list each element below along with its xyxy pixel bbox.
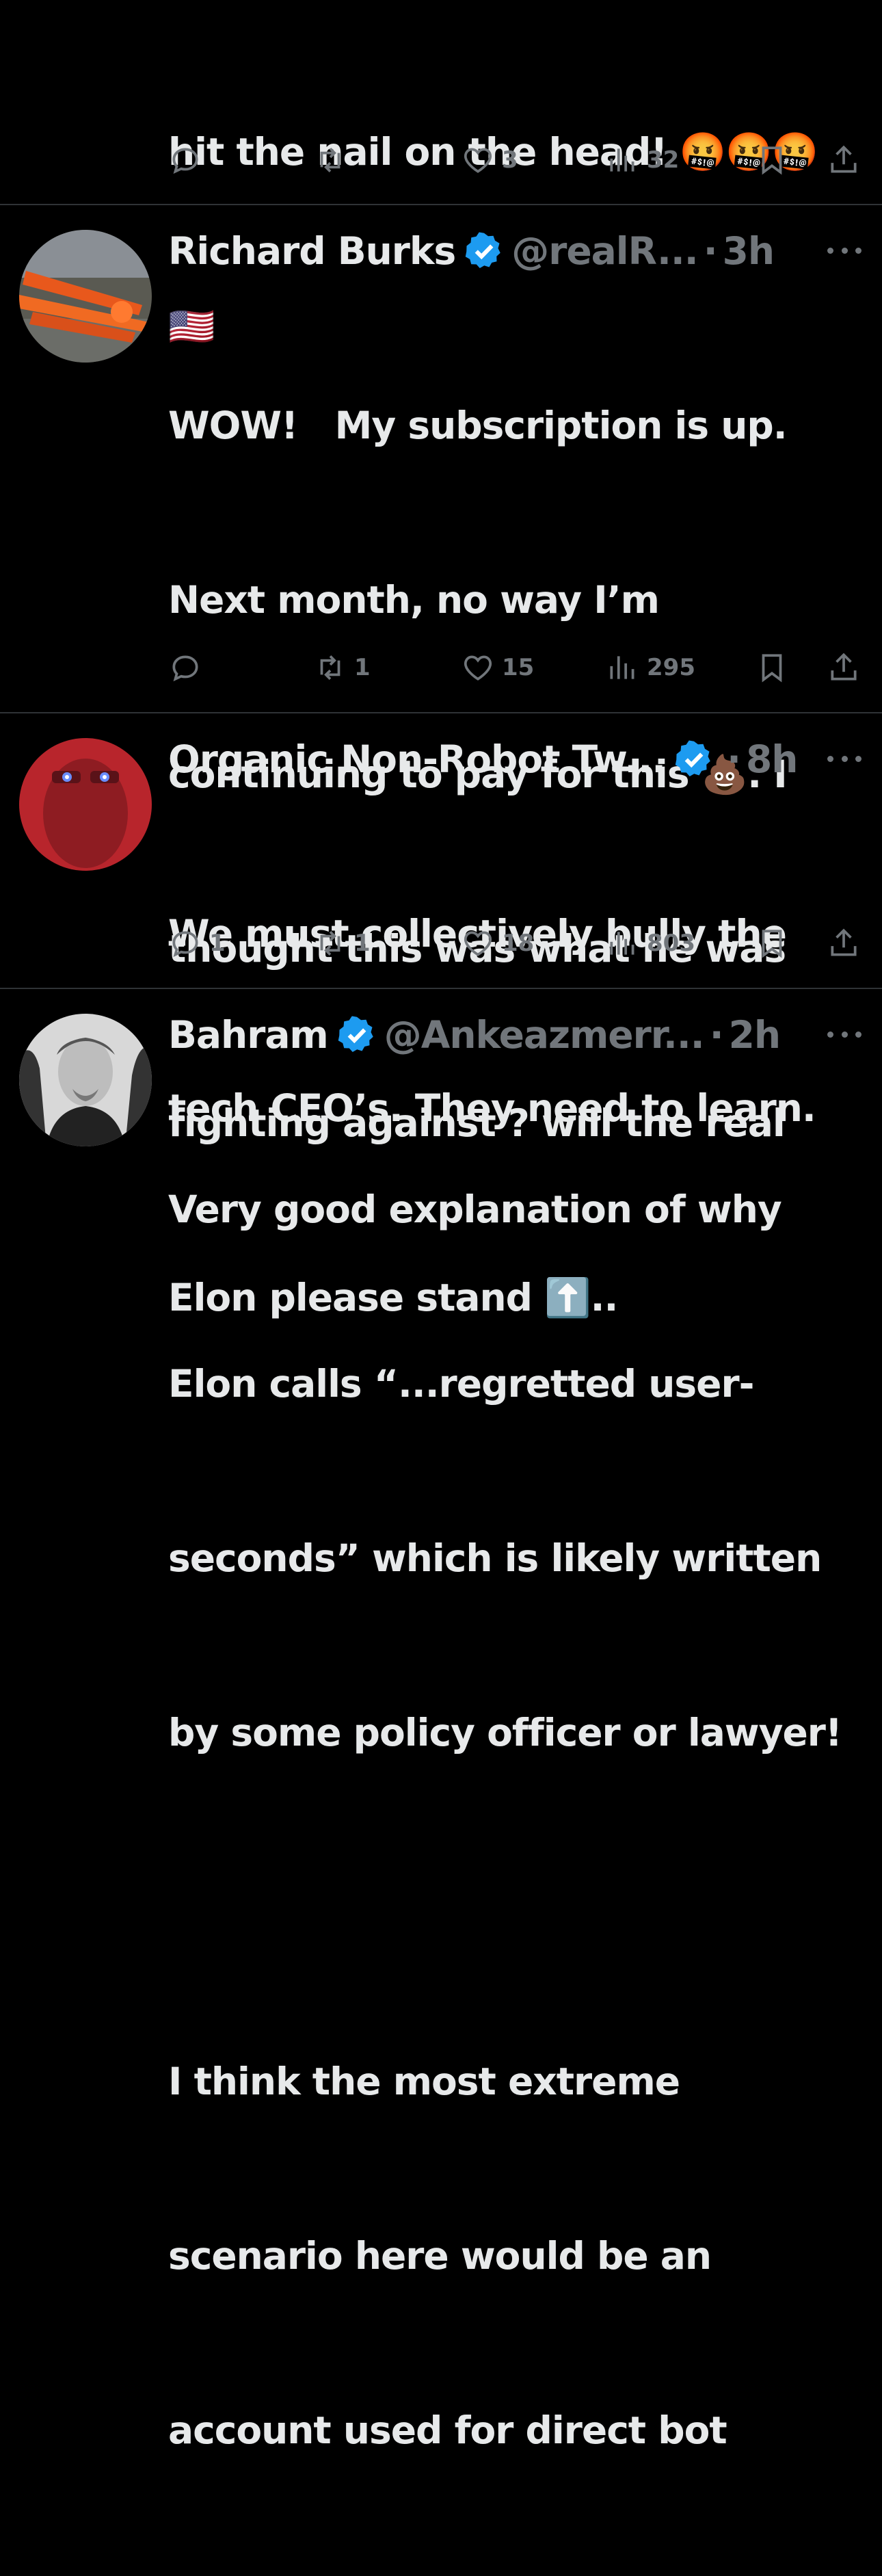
like-icon xyxy=(464,148,492,173)
verified-badge-icon xyxy=(465,232,500,268)
verified-badge-icon xyxy=(675,740,710,776)
user-handle[interactable]: @realR... xyxy=(511,229,698,273)
user-handle[interactable]: @Ankeazmerr... xyxy=(384,1013,705,1057)
repost-icon xyxy=(320,655,340,680)
like-count: 15 xyxy=(502,654,535,681)
reply-button[interactable] xyxy=(168,647,209,688)
verified-badge-icon xyxy=(338,1016,373,1052)
like-count: 3 xyxy=(502,146,518,174)
reply-icon xyxy=(172,655,198,682)
repost-button[interactable]: 1 xyxy=(313,923,371,964)
reply-count: 1 xyxy=(209,930,226,957)
bookmark-button[interactable] xyxy=(755,140,796,181)
reply-button[interactable]: 1 xyxy=(168,923,226,964)
share-icon xyxy=(831,145,857,173)
repost-count: 1 xyxy=(354,654,371,681)
display-name[interactable]: Organic Non-Robot Tw... xyxy=(168,737,666,781)
bookmark-button[interactable] xyxy=(755,647,796,688)
tweet[interactable]: Organic Non-Robot Tw... · 8h We must col… xyxy=(0,713,882,1130)
bookmark-button[interactable] xyxy=(755,923,796,964)
separator: · xyxy=(709,1012,724,1057)
avatar[interactable] xyxy=(19,738,152,871)
like-button[interactable]: 15 xyxy=(461,647,534,688)
like-count: 18 xyxy=(502,930,535,957)
bookmark-icon xyxy=(762,654,782,683)
tweet-header: Richard Burks @realR... · 3h xyxy=(168,222,797,280)
tweet[interactable]: hit the nail on the head! 🤬🤬🤬 🇺🇸 3 32 xyxy=(0,0,882,348)
more-icon xyxy=(827,755,833,762)
timestamp[interactable]: 3h xyxy=(723,229,775,273)
timestamp[interactable]: 2h xyxy=(729,1013,781,1057)
views-icon xyxy=(610,656,634,679)
tweet-actions: 1 15 295 xyxy=(168,647,859,688)
views-icon xyxy=(610,932,634,955)
avatar-image xyxy=(19,1014,152,1146)
reply-icon xyxy=(172,148,198,174)
bookmark-icon xyxy=(762,930,782,958)
like-button[interactable]: 3 xyxy=(461,140,518,181)
separator: · xyxy=(703,228,718,273)
bookmark-icon xyxy=(762,146,782,175)
share-button[interactable] xyxy=(827,140,868,181)
like-icon xyxy=(464,655,492,681)
repost-button[interactable]: 1 xyxy=(313,647,371,688)
timestamp[interactable]: 8h xyxy=(746,737,797,781)
share-button[interactable] xyxy=(827,647,868,688)
like-button[interactable]: 18 xyxy=(461,923,534,964)
separator: · xyxy=(727,737,741,781)
views-button[interactable]: 295 xyxy=(606,647,695,688)
repost-icon xyxy=(320,148,340,172)
display-name[interactable]: Bahram xyxy=(168,1013,329,1057)
repost-icon xyxy=(320,931,340,956)
repost-button[interactable] xyxy=(313,140,354,181)
views-button[interactable]: 32 xyxy=(606,140,679,181)
tweet[interactable]: Bahram @Ankeazmerr... · 2h Very good exp… xyxy=(0,989,882,2452)
share-icon xyxy=(831,928,857,956)
more-button[interactable] xyxy=(827,244,861,257)
reply-button[interactable] xyxy=(168,140,209,181)
share-icon xyxy=(831,653,857,681)
view-count: 32 xyxy=(647,146,680,174)
avatar[interactable] xyxy=(19,230,152,363)
tweet-actions: 3 32 xyxy=(168,140,859,181)
tweet-header: Organic Non-Robot Tw... · 8h xyxy=(168,730,797,788)
more-icon xyxy=(827,247,833,254)
views-button[interactable]: 803 xyxy=(606,923,695,964)
avatar-image xyxy=(19,230,152,363)
more-icon xyxy=(827,1031,833,1038)
view-count: 295 xyxy=(647,654,695,681)
tweet-actions: 1 1 18 803 xyxy=(168,923,859,964)
view-count: 803 xyxy=(647,930,695,957)
more-button[interactable] xyxy=(827,752,861,765)
repost-count: 1 xyxy=(354,930,371,957)
tweet-text: Very good explanation of why Elon calls … xyxy=(168,1187,842,2452)
avatar-image xyxy=(19,738,152,871)
display-name[interactable]: Richard Burks xyxy=(168,229,456,273)
share-button[interactable] xyxy=(827,923,868,964)
tweet-header: Bahram @Ankeazmerr... · 2h xyxy=(168,1006,797,1064)
views-icon xyxy=(610,148,634,172)
more-button[interactable] xyxy=(827,1027,861,1041)
reply-icon xyxy=(172,931,198,958)
avatar[interactable] xyxy=(19,1014,152,1146)
like-icon xyxy=(464,931,492,956)
tweet[interactable]: Richard Burks @realR... · 3h WOW! My sub… xyxy=(0,205,882,1319)
